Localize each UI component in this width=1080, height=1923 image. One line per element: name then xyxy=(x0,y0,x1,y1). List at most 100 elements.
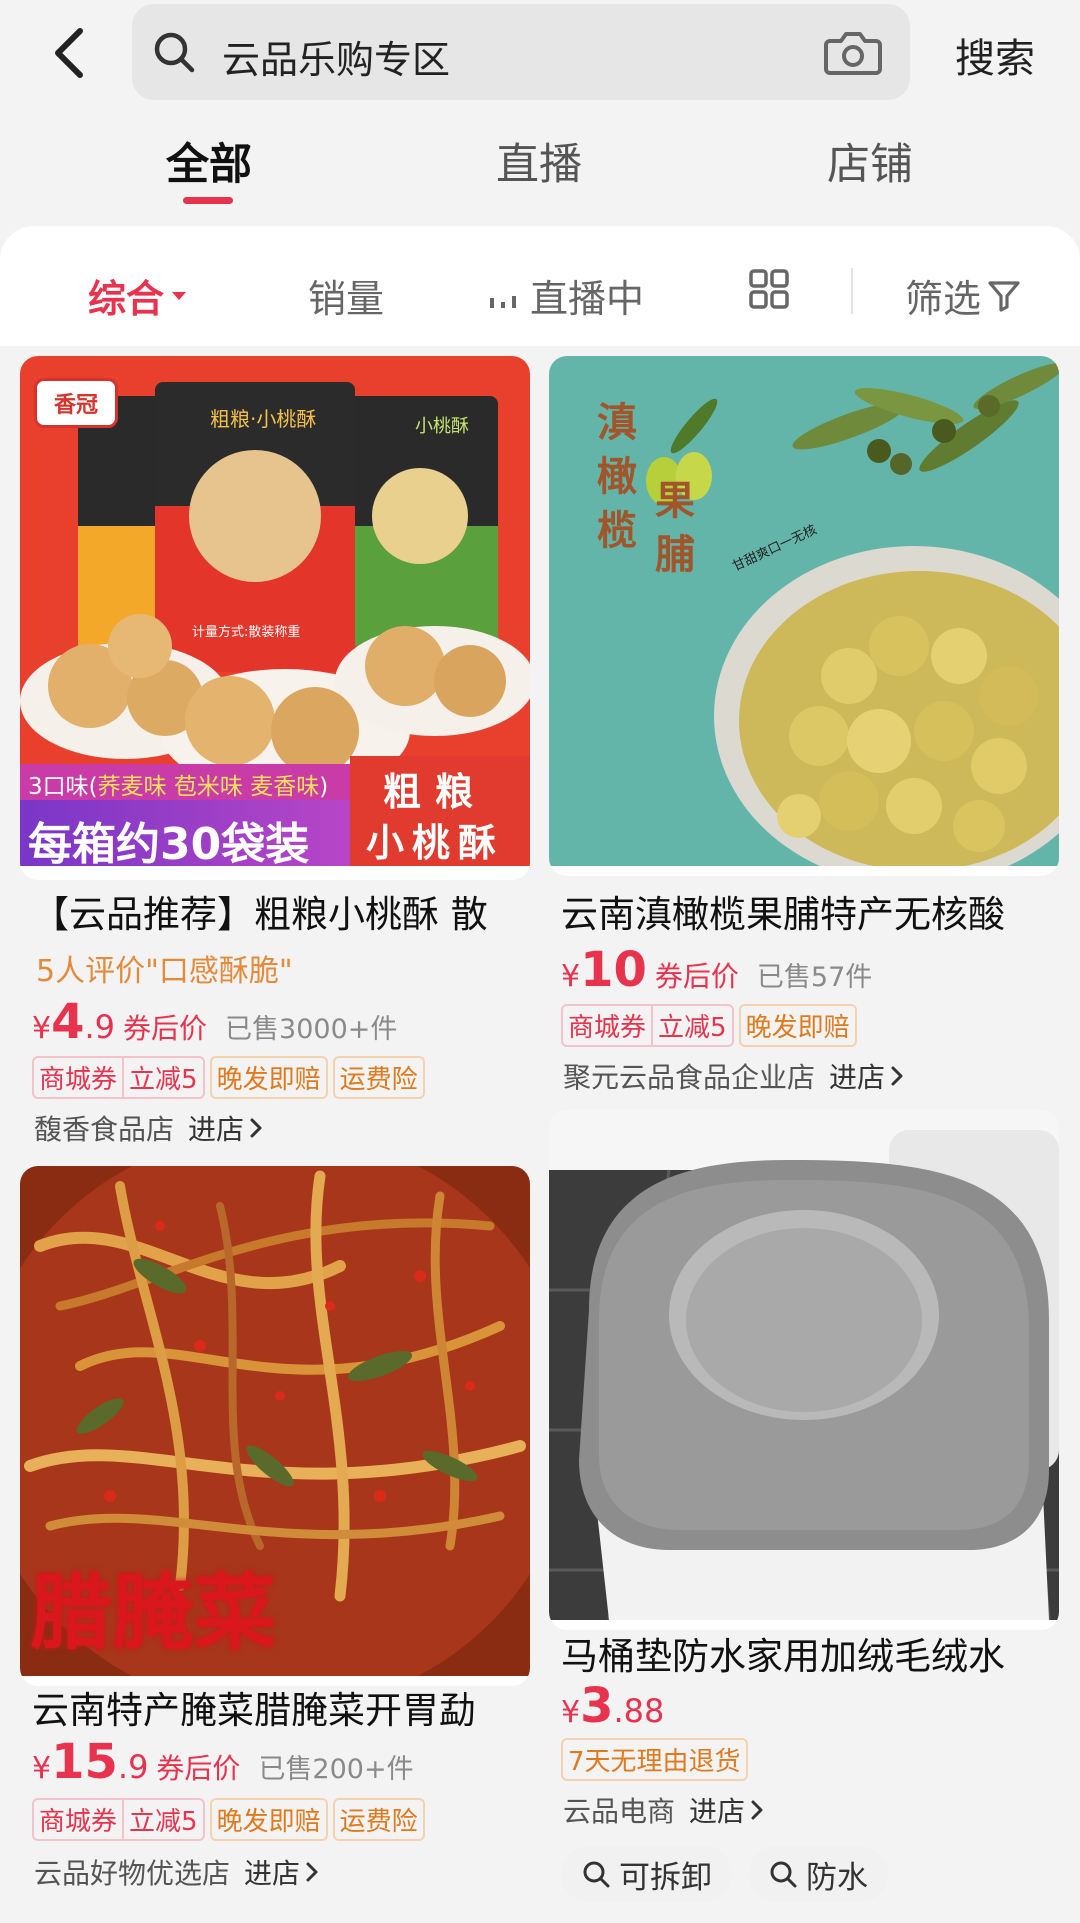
product-card[interactable] xyxy=(549,1110,1059,1630)
product-title[interactable]: 云南特产腌菜腊腌菜开胃勐 xyxy=(32,1680,476,1734)
price-decimal: .9 xyxy=(117,1748,149,1786)
shop-name: 馥香食品店 xyxy=(34,1113,175,1146)
product-name-bottom: 小桃酥 xyxy=(366,821,505,865)
product-card[interactable]: 甘甜爽口一无核 滇橄榄 果脯 xyxy=(549,356,1059,876)
return-policy-tag: 7天无理由退货 xyxy=(561,1738,748,1781)
review-snippet: 5人评价"口感酥脆" xyxy=(36,954,293,989)
late-delivery-tag: 晚发即赔 xyxy=(738,1004,857,1047)
price-currency: ¥ xyxy=(561,959,581,994)
tab-all[interactable]: 全部 xyxy=(166,130,252,192)
shop-link[interactable]: 云品好物优选店 进店 xyxy=(34,1852,320,1892)
filter-sort[interactable]: 综合 xyxy=(88,268,188,323)
header: 云品乐购专区 搜索 xyxy=(0,0,1080,110)
active-tab-indicator xyxy=(183,197,233,204)
product-photo xyxy=(549,1110,1059,1620)
enter-shop-label: 进店 xyxy=(689,1795,746,1828)
grid-view-icon xyxy=(749,269,789,309)
photo-headline: 腊腌菜 xyxy=(30,1566,277,1661)
toilet-seat-cover-photo xyxy=(549,1110,1059,1620)
price-currency: ¥ xyxy=(561,1695,581,1730)
price-integer: 4 xyxy=(51,994,85,1050)
filter-sort-label: 综合 xyxy=(88,277,165,321)
product-card[interactable]: 粗粮·小桃酥 小桃酥 计量方式:散装称重 香冠 3口味(荞麦味 苞米味 麦香味) xyxy=(20,356,530,880)
search-input[interactable]: 云品乐购专区 xyxy=(132,4,910,100)
top-tabs: 全部 直播 店铺 xyxy=(0,130,1080,210)
bag-side-label: 小桃酥 xyxy=(415,416,469,437)
tag-row: 商城券 立减5 晚发即赔 运费险 xyxy=(32,1798,430,1841)
shop-link[interactable]: 馥香食品店 进店 xyxy=(34,1108,264,1148)
search-button[interactable]: 搜索 xyxy=(955,26,1035,84)
sold-count: 已售200+件 xyxy=(258,1754,414,1785)
camera-icon[interactable] xyxy=(824,27,882,77)
shop-link[interactable]: 云品电商 进店 xyxy=(563,1790,765,1830)
layout-toggle[interactable] xyxy=(748,268,790,310)
price-row: ¥ 3 .88 xyxy=(561,1678,664,1734)
shop-name: 聚元云品食品企业店 xyxy=(563,1061,816,1094)
chip-label: 防水 xyxy=(806,1859,868,1896)
product-title[interactable]: 马桶垫防水家用加绒毛绒水 xyxy=(561,1626,1005,1680)
filter-button[interactable]: 筛选 xyxy=(905,268,1021,323)
chevron-right-icon xyxy=(751,1800,763,1820)
search-query: 云品乐购专区 xyxy=(222,38,451,82)
search-chips: 可拆卸 防水 xyxy=(561,1846,904,1902)
sold-count: 已售57件 xyxy=(756,962,873,993)
tag-row: 7天无理由退货 xyxy=(561,1738,753,1781)
filter-button-label: 筛选 xyxy=(905,277,982,321)
filter-live[interactable]: 直播中 xyxy=(488,268,644,323)
brand-logo: 香冠 xyxy=(34,378,118,428)
shop-link[interactable]: 聚元云品食品企业店 进店 xyxy=(563,1056,905,1096)
coupon-tag: 商城券 xyxy=(561,1004,652,1047)
filter-divider xyxy=(851,268,853,314)
shop-name: 云品电商 xyxy=(563,1795,676,1828)
filter-sales-label: 销量 xyxy=(308,277,385,321)
search-icon xyxy=(770,1861,797,1888)
product-card[interactable]: 腊腌菜 xyxy=(20,1166,530,1686)
search-icon xyxy=(583,1861,610,1888)
tab-live[interactable]: 直播 xyxy=(496,130,582,192)
discount-tag: 立减5 xyxy=(122,1798,205,1841)
product-title[interactable]: 云南滇橄榄果脯特产无核酸 xyxy=(561,884,1005,938)
bag-label: 粗粮·小桃酥 xyxy=(210,407,316,431)
price-note: 券后价 xyxy=(123,1012,208,1045)
price-integer: 10 xyxy=(580,942,647,998)
price-note: 券后价 xyxy=(156,1752,241,1785)
tab-shops[interactable]: 店铺 xyxy=(827,130,913,192)
coupon-tag: 商城券 xyxy=(32,1056,123,1099)
price-decimal: .88 xyxy=(613,1692,665,1730)
chip-label: 可拆卸 xyxy=(619,1859,712,1896)
late-delivery-tag: 晚发即赔 xyxy=(209,1798,328,1841)
product-name-top: 粗粮 xyxy=(383,770,488,814)
search-chip[interactable]: 防水 xyxy=(748,1846,888,1902)
photo-title-col1: 滇橄榄 xyxy=(597,400,637,554)
back-button[interactable] xyxy=(38,18,98,88)
enter-shop-label: 进店 xyxy=(188,1113,245,1146)
filter-bar: 综合 销量 直播中 筛选 xyxy=(0,226,1080,346)
chevron-left-icon xyxy=(55,28,83,78)
price-currency: ¥ xyxy=(32,1751,52,1786)
funnel-icon xyxy=(988,280,1020,312)
shipping-insurance-tag: 运费险 xyxy=(332,1056,425,1099)
tag-row: 商城券 立减5 晚发即赔 xyxy=(561,1004,862,1047)
headline-text: 每箱约30袋装 xyxy=(28,819,310,866)
filter-live-label: 直播中 xyxy=(530,277,645,321)
product-photo: 粗粮·小桃酥 小桃酥 计量方式:散装称重 香冠 3口味(荞麦味 苞米味 麦香味) xyxy=(20,356,530,866)
coupon-tag: 商城券 xyxy=(32,1798,123,1841)
chevron-right-icon xyxy=(306,1862,318,1882)
flavor-text: 3口味(荞麦味 苞米味 麦香味) xyxy=(28,774,329,800)
filter-sales[interactable]: 销量 xyxy=(308,268,384,323)
price-row: ¥ 15 .9 券后价 已售200+件 xyxy=(32,1734,414,1790)
product-title[interactable]: 【云品推荐】粗粮小桃酥 散 xyxy=(32,884,488,938)
search-chip[interactable]: 可拆卸 xyxy=(561,1846,732,1902)
tag-row: 商城券 立减5 晚发即赔 运费险 xyxy=(32,1056,430,1099)
sold-count: 已售3000+件 xyxy=(225,1014,398,1045)
chevron-right-icon xyxy=(250,1118,262,1138)
price-row: ¥ 10 券后价 已售57件 xyxy=(561,942,872,998)
enter-shop-label: 进店 xyxy=(829,1061,886,1094)
bag-weight: 计量方式:散装称重 xyxy=(192,624,300,640)
enter-shop-label: 进店 xyxy=(244,1857,301,1890)
results-panel: 综合 销量 直播中 筛选 粗粮·小桃酥 小桃酥 计量方式:散装称重 香冠 3口味… xyxy=(0,226,1080,1923)
price-note: 券后价 xyxy=(654,960,739,993)
price-currency: ¥ xyxy=(32,1011,52,1046)
photo-title-col2: 果脯 xyxy=(655,478,695,578)
price-row: ¥ 4 .9 券后价 已售3000+件 xyxy=(32,994,397,1050)
